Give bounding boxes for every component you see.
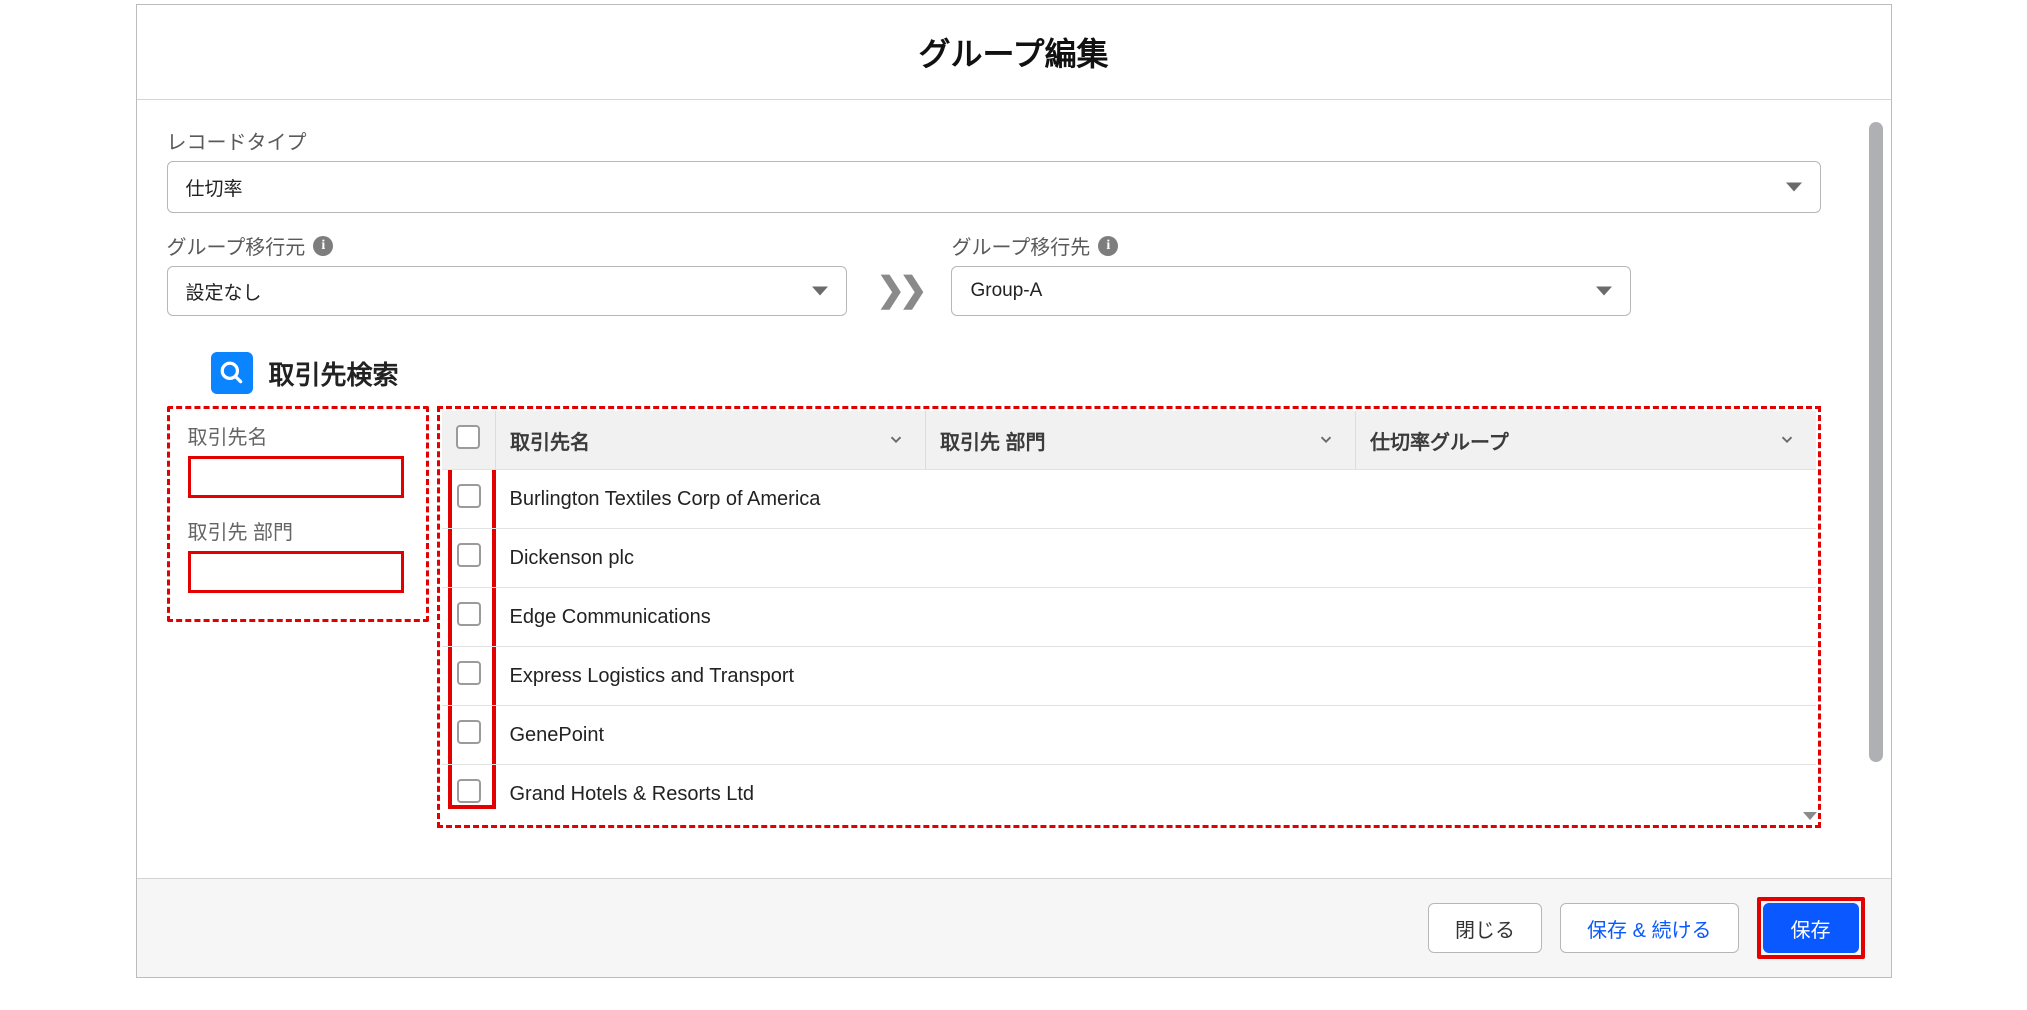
select-all-checkbox[interactable] [456, 425, 480, 449]
filter-account-name-label: 取引先名 [188, 421, 408, 450]
col-rate-group[interactable]: 仕切率グループ [1356, 411, 1816, 470]
account-search-title: 取引先検索 [269, 355, 399, 392]
scrollbar-thumb[interactable] [1869, 122, 1883, 762]
filter-account-dept-label: 取引先 部門 [188, 516, 408, 545]
col-account-name-label: 取引先名 [510, 432, 590, 454]
row-checkbox[interactable] [457, 661, 481, 685]
filter-account-dept-input[interactable] [188, 551, 404, 593]
row-checkbox-cell [442, 647, 496, 706]
row-checkbox[interactable] [457, 543, 481, 567]
group-from-label-text: グループ移行元 [167, 231, 306, 260]
group-from-select[interactable]: 設定なし [167, 266, 847, 316]
table-row[interactable]: Burlington Textiles Corp of America [442, 470, 1816, 529]
filter-panel: 取引先名 取引先 部門 [167, 406, 429, 622]
group-edit-modal: グループ編集 レコードタイプ 仕切率 グループ移行元 i 設定なし [136, 4, 1892, 978]
group-from-label: グループ移行元 i [167, 231, 847, 260]
table-row[interactable]: Express Logistics and Transport [442, 647, 1816, 706]
col-account-name[interactable]: 取引先名 [496, 411, 926, 470]
modal-header: グループ編集 [137, 5, 1891, 100]
search-icon[interactable] [211, 352, 253, 394]
row-checkbox[interactable] [457, 720, 481, 744]
select-all-header [442, 411, 496, 470]
row-checkbox[interactable] [457, 779, 481, 803]
chevron-down-icon [1778, 430, 1796, 454]
row-checkbox-cell [442, 588, 496, 647]
info-icon[interactable]: i [1098, 236, 1118, 256]
info-icon[interactable]: i [313, 236, 333, 256]
group-to-field: グループ移行先 i Group-A [951, 231, 1631, 316]
col-account-dept-label: 取引先 部門 [940, 432, 1046, 454]
group-to-value: Group-A [970, 280, 1042, 302]
record-type-field: レコードタイプ 仕切率 [167, 126, 1861, 213]
chevron-down-icon [1596, 287, 1612, 296]
row-checkbox[interactable] [457, 602, 481, 626]
table-row[interactable]: Dickenson plc [442, 529, 1816, 588]
chevron-down-icon [812, 287, 828, 296]
group-to-label: グループ移行先 i [951, 231, 1631, 260]
col-account-dept[interactable]: 取引先 部門 [926, 411, 1356, 470]
record-type-label: レコードタイプ [167, 126, 1821, 155]
row-account-name: Grand Hotels & Resorts Ltd [496, 765, 1816, 824]
group-to-label-text: グループ移行先 [951, 231, 1090, 260]
chevron-down-icon [887, 430, 905, 454]
group-to-select[interactable]: Group-A [951, 266, 1631, 316]
row-account-name: Burlington Textiles Corp of America [496, 470, 1816, 529]
row-checkbox-cell [442, 706, 496, 765]
row-account-name: Dickenson plc [496, 529, 1816, 588]
account-table-wrap: 取引先名 取引先 部門 [437, 406, 1821, 828]
table-row[interactable]: Grand Hotels & Resorts Ltd [442, 765, 1816, 824]
search-content-row: 取引先名 取引先 部門 [167, 406, 1861, 828]
double-arrow-right-icon: ❯❯ [877, 271, 922, 309]
record-type-select[interactable]: 仕切率 [167, 161, 1821, 213]
group-from-field: グループ移行元 i 設定なし [167, 231, 847, 316]
row-account-name: Express Logistics and Transport [496, 647, 1816, 706]
row-checkbox-cell [442, 529, 496, 588]
account-table: 取引先名 取引先 部門 [442, 411, 1816, 823]
group-transfer-row: グループ移行元 i 設定なし ❯❯ グループ移行先 i Group-A [167, 231, 1861, 316]
filter-account-name-input[interactable] [188, 456, 404, 498]
account-table-container: 取引先名 取引先 部門 [442, 411, 1816, 823]
modal-footer: 閉じる 保存 & 続ける 保存 [137, 878, 1891, 977]
group-from-value: 設定なし [186, 278, 262, 305]
row-checkbox-cell [442, 765, 496, 824]
table-row[interactable]: Edge Communications [442, 588, 1816, 647]
save-button[interactable]: 保存 [1763, 903, 1859, 953]
modal-title: グループ編集 [137, 29, 1891, 75]
col-rate-group-label: 仕切率グループ [1370, 432, 1509, 454]
table-header-row: 取引先名 取引先 部門 [442, 411, 1816, 470]
chevron-down-icon [1786, 183, 1802, 192]
transfer-arrow: ❯❯ [847, 270, 952, 316]
chevron-down-icon [1317, 430, 1335, 454]
scroll-down-caret-icon[interactable] [1803, 812, 1817, 820]
record-type-value: 仕切率 [186, 174, 243, 201]
account-search-header: 取引先検索 [211, 352, 1861, 394]
table-row[interactable]: GenePoint [442, 706, 1816, 765]
save-button-highlight: 保存 [1757, 897, 1865, 959]
row-checkbox[interactable] [457, 484, 481, 508]
row-account-name: Edge Communications [496, 588, 1816, 647]
save-and-continue-button[interactable]: 保存 & 続ける [1560, 903, 1738, 953]
close-button[interactable]: 閉じる [1428, 903, 1542, 953]
modal-body: レコードタイプ 仕切率 グループ移行元 i 設定なし ❯❯ [137, 100, 1891, 878]
row-checkbox-cell [442, 470, 496, 529]
row-account-name: GenePoint [496, 706, 1816, 765]
